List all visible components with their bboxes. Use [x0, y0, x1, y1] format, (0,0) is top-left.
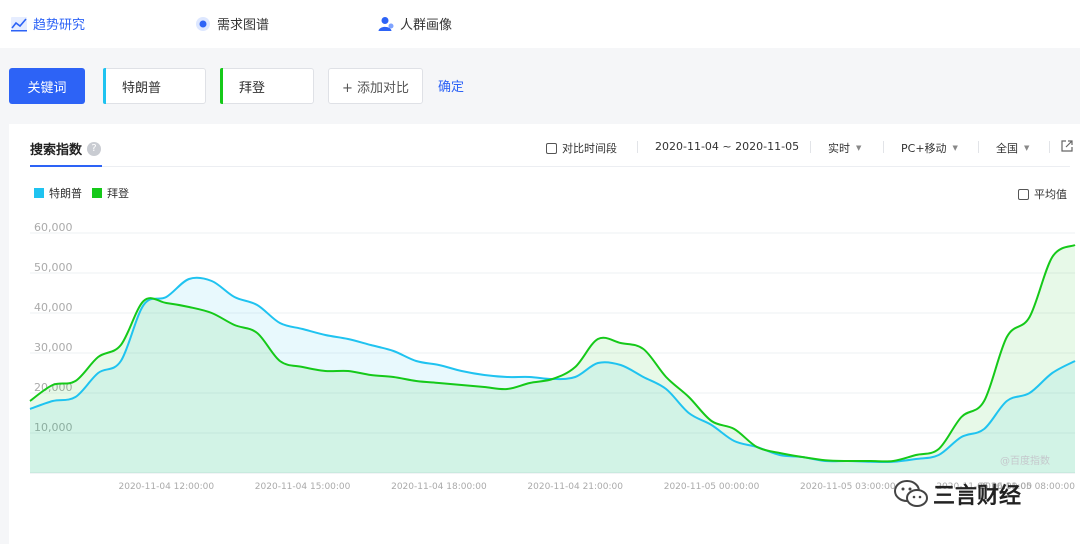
baidu-index-watermark: @百度指数: [1000, 456, 1050, 467]
y-tick-label: 60,000: [34, 221, 73, 234]
search-index-chart: 60,00050,00040,00030,00020,00010,0002020…: [29, 221, 1076, 492]
x-tick-label: 2020-11-04 21:00:00: [527, 482, 623, 492]
y-tick-label: 40,000: [34, 301, 73, 314]
wechat-icon: [894, 480, 928, 507]
x-tick-label: 2020-11-04 12:00:00: [119, 482, 215, 492]
wechat-watermark: 三言财经: [893, 478, 1021, 510]
x-tick-label: 2020-11-05 00:00:00: [664, 482, 760, 492]
y-tick-label: 30,000: [34, 341, 73, 354]
x-tick-label: 2020-11-04 18:00:00: [391, 482, 487, 492]
x-tick-label: 2020-11-05 03:00:00: [800, 482, 896, 492]
y-tick-label: 50,000: [34, 261, 73, 274]
wechat-account-name: 三言财经: [933, 484, 1022, 509]
x-tick-label: 2020-11-04 15:00:00: [255, 482, 351, 492]
